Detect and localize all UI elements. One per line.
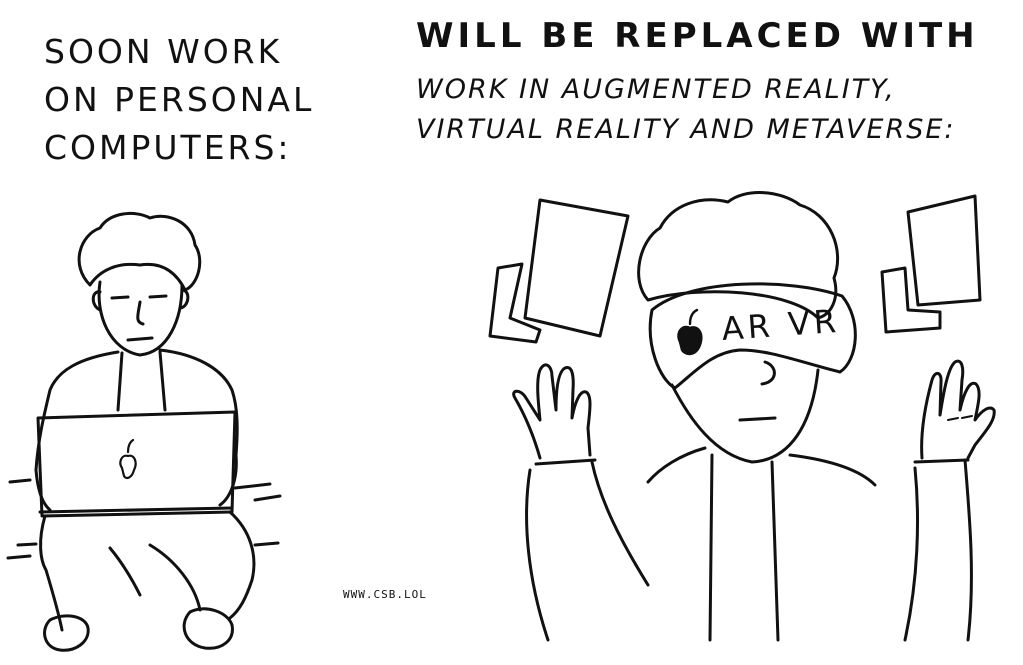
apple-logo-icon xyxy=(677,308,703,356)
right-hand xyxy=(920,359,996,460)
left-eye xyxy=(110,295,130,300)
drawing: AR VR xyxy=(6,191,996,652)
watermark: WWW.CSB.LOL xyxy=(343,588,427,601)
paper-3 xyxy=(906,194,982,307)
paper-2 xyxy=(488,262,542,344)
laptop-person xyxy=(6,211,282,652)
apple-logo-icon xyxy=(119,438,137,480)
paper-1 xyxy=(523,198,630,338)
paper-4 xyxy=(880,266,942,334)
right-eye xyxy=(148,294,168,299)
left-face xyxy=(97,280,184,357)
headset-person xyxy=(488,191,996,642)
headset-label: AR VR xyxy=(720,302,841,348)
left-hair xyxy=(77,211,202,292)
comic-panel: SOON WORK ON PERSONAL COMPUTERS: WILL BE… xyxy=(0,0,1023,665)
left-hand xyxy=(512,363,592,460)
